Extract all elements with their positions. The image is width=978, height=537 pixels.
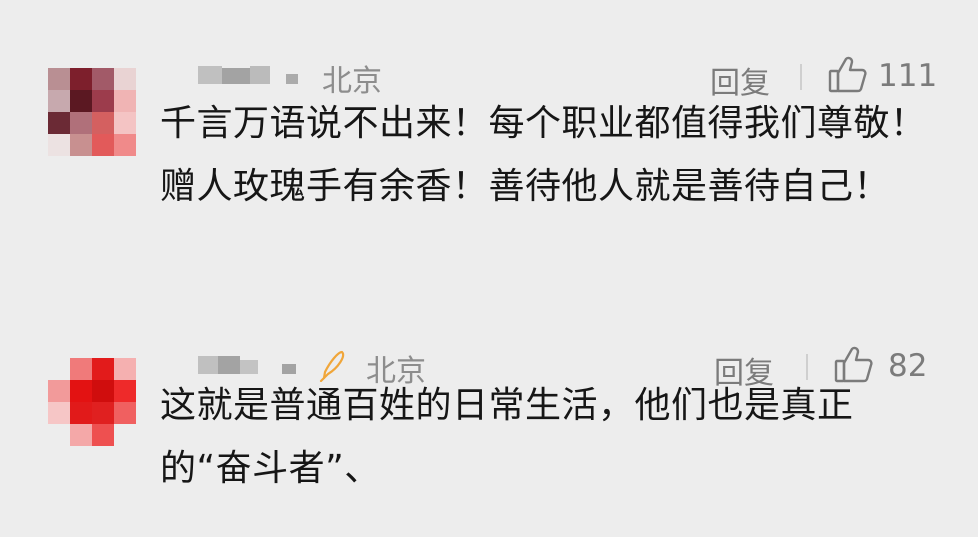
- avatar-pixel: [92, 358, 114, 380]
- avatar-pixel: [48, 380, 70, 402]
- avatar-pixel: [70, 90, 92, 112]
- avatar-pixel: [114, 380, 136, 402]
- avatar-pixel: [92, 424, 114, 446]
- comment-text: 这就是普通百姓的日常生活，他们也是真正的“奋斗者”、: [160, 385, 854, 489]
- avatar-pixel: [114, 424, 136, 446]
- avatar-pixel: [92, 380, 114, 402]
- avatar-pixel: [48, 68, 70, 90]
- divider: [800, 64, 802, 90]
- avatar-pixel: [70, 134, 92, 156]
- avatar-pixel: [70, 358, 92, 380]
- avatar-pixel: [114, 112, 136, 134]
- avatar[interactable]: [48, 68, 136, 156]
- avatar-pixel: [114, 402, 136, 424]
- avatar-pixel: [92, 90, 114, 112]
- avatar-pixel: [92, 68, 114, 90]
- avatar-pixel: [48, 402, 70, 424]
- avatar-pixel: [114, 68, 136, 90]
- avatar-pixel: [70, 68, 92, 90]
- avatar-pixel: [48, 424, 70, 446]
- avatar-pixel: [48, 112, 70, 134]
- like-count: 111: [878, 58, 938, 94]
- avatar-pixel: [70, 380, 92, 402]
- avatar-pixel: [114, 358, 136, 380]
- avatar-pixel: [92, 134, 114, 156]
- avatar-pixel: [70, 112, 92, 134]
- avatar-pixel: [48, 90, 70, 112]
- comment-meta: 北京 回复 111: [160, 54, 940, 101]
- avatar-pixel: [114, 134, 136, 156]
- avatar[interactable]: [48, 358, 136, 446]
- avatar-pixel: [70, 402, 92, 424]
- avatar-pixel: [92, 112, 114, 134]
- avatar-pixel: [48, 358, 70, 380]
- avatar-pixel: [92, 402, 114, 424]
- avatar-pixel: [114, 90, 136, 112]
- avatar-pixel: [70, 424, 92, 446]
- comment-text: 千言万语说不出来！每个职业都值得我们尊敬！赠人玫瑰手有余香！善待他人就是善待自己…: [160, 103, 927, 207]
- avatar-pixel: [48, 134, 70, 156]
